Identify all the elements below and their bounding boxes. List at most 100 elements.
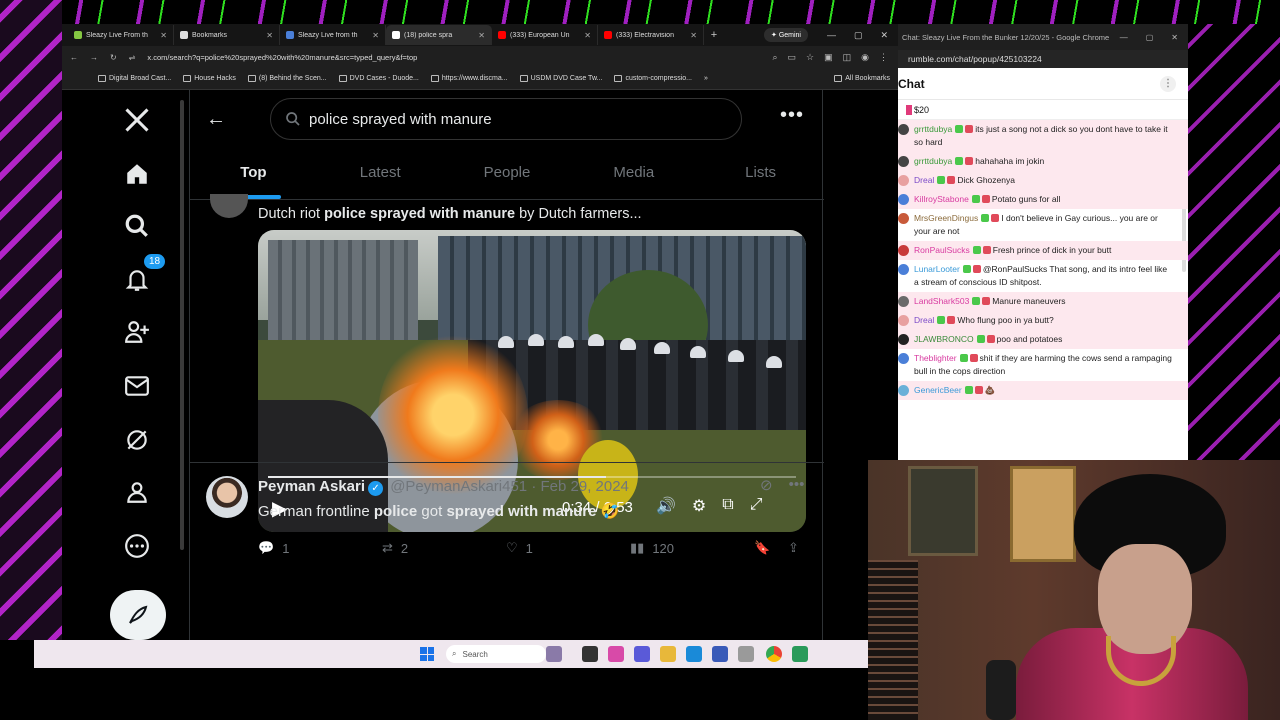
- edge-icon[interactable]: [686, 646, 702, 662]
- chat-message[interactable]: grrttdubya its just a song not a dick so …: [898, 120, 1188, 152]
- avatar[interactable]: [206, 476, 248, 518]
- back-icon[interactable]: ←: [70, 53, 78, 62]
- avatar[interactable]: [898, 385, 909, 396]
- close-icon[interactable]: ✕: [1171, 33, 1178, 42]
- more-options-icon[interactable]: [102, 526, 172, 566]
- browser-tab[interactable]: (333) Electravision ✕: [598, 25, 704, 45]
- chat-message[interactable]: GenericBeer 💩: [898, 381, 1188, 400]
- chat-username[interactable]: Theblighter: [914, 353, 957, 363]
- bookmarks-overflow-icon[interactable]: »: [704, 75, 708, 82]
- widgets-icon[interactable]: [546, 646, 562, 662]
- minimize-icon[interactable]: —: [827, 30, 836, 41]
- avatar[interactable]: [898, 245, 909, 256]
- bookmark-item[interactable]: (8) Behind the Scen...: [247, 75, 327, 82]
- gemini-button[interactable]: ✦ Gemini: [764, 28, 808, 42]
- bookmark-star-icon[interactable]: ☆: [806, 52, 814, 63]
- x-logo-icon[interactable]: [102, 100, 172, 140]
- browser-tab[interactable]: Bookmarks ✕: [174, 25, 280, 45]
- fullscreen-icon[interactable]: ⤢: [750, 496, 763, 516]
- browser-tab[interactable]: Sleazy Live from th ✕: [280, 25, 386, 45]
- avatar[interactable]: [898, 194, 909, 205]
- avatar[interactable]: [898, 213, 909, 224]
- search-icon[interactable]: [102, 206, 172, 246]
- chat-message[interactable]: LunarLooter @RonPaulSucks That song, and …: [898, 260, 1188, 292]
- bookmark-item[interactable]: https://www.discma...: [430, 75, 508, 82]
- chat-username[interactable]: LandShark503: [914, 296, 969, 306]
- chat-username[interactable]: MrsGreenDingus: [914, 213, 978, 223]
- chat-message[interactable]: Dreal Dick Ghozenya: [898, 171, 1188, 190]
- bookmark-item[interactable]: House Hacks: [183, 75, 236, 82]
- chat-username[interactable]: Dreal: [914, 315, 934, 325]
- maximize-icon[interactable]: ▢: [854, 30, 863, 41]
- avatar[interactable]: [898, 156, 909, 167]
- app-icon[interactable]: [792, 646, 808, 662]
- chat-message[interactable]: grrttdubya hahahaha im jokin: [898, 152, 1188, 171]
- chat-username[interactable]: grrttdubya: [914, 124, 952, 134]
- search-input[interactable]: police sprayed with manure: [270, 98, 742, 140]
- close-icon[interactable]: ✕: [880, 30, 888, 41]
- retweet-button[interactable]: ⇄ 2: [382, 540, 408, 556]
- windows-start-icon[interactable]: [420, 647, 434, 661]
- avatar[interactable]: [898, 175, 909, 186]
- bookmark-item[interactable]: custom-compressio...: [614, 75, 692, 82]
- chrome-icon[interactable]: [766, 646, 782, 662]
- grok-icon[interactable]: [102, 420, 172, 460]
- zoom-icon[interactable]: ⌕: [772, 52, 777, 63]
- avatar[interactable]: [898, 296, 909, 307]
- tweet-date[interactable]: Feb 29, 2024: [541, 478, 629, 495]
- settings-icon[interactable]: ⚙: [692, 496, 706, 516]
- chat-message[interactable]: LandShark503 Manure maneuvers: [898, 292, 1188, 311]
- chat-username[interactable]: JLAWBRONCO: [914, 334, 974, 344]
- tab-media[interactable]: Media: [570, 146, 697, 199]
- extensions-icon[interactable]: ◫: [843, 52, 852, 63]
- chat-url[interactable]: rumble.com/chat/popup/425103224: [898, 50, 1188, 68]
- chat-username[interactable]: RonPaulSucks: [914, 245, 970, 255]
- tab-close-icon[interactable]: ✕: [266, 31, 273, 40]
- bookmark-icon[interactable]: 🔖: [754, 540, 770, 556]
- reply-button[interactable]: 💬 1: [258, 540, 289, 556]
- teams-icon[interactable]: [634, 646, 650, 662]
- volume-icon[interactable]: 🔊: [656, 496, 676, 516]
- grok-icon[interactable]: ⊘: [760, 476, 773, 494]
- post-button[interactable]: [110, 590, 166, 640]
- share-icon[interactable]: ⇪: [788, 540, 799, 556]
- avatar[interactable]: [898, 334, 909, 345]
- chat-message[interactable]: MrsGreenDingus I don't believe in Gay cur…: [898, 209, 1188, 241]
- bookmark-item[interactable]: Digital Broad Cast...: [98, 75, 171, 82]
- chat-message[interactable]: Dreal Who flung poo in ya butt?: [898, 311, 1188, 330]
- browser-tab[interactable]: Sleazy Live From th ✕: [68, 25, 174, 45]
- minimize-icon[interactable]: —: [1120, 33, 1128, 42]
- all-bookmarks-button[interactable]: All Bookmarks: [834, 75, 898, 82]
- avatar[interactable]: [898, 353, 909, 364]
- bookmark-item[interactable]: DVD Cases - Duode...: [338, 75, 419, 82]
- author-handle[interactable]: @PeymanAskari451: [390, 478, 527, 495]
- more-icon[interactable]: •••: [789, 476, 805, 494]
- chat-message[interactable]: KillroyStabone Potato guns for all: [898, 190, 1188, 209]
- reload-icon[interactable]: ↻: [110, 53, 117, 62]
- profile-icon[interactable]: [102, 472, 172, 512]
- scrollbar[interactable]: [180, 100, 184, 550]
- settings-app-icon[interactable]: [738, 646, 754, 662]
- tab-latest[interactable]: Latest: [317, 146, 444, 199]
- bookmark-item[interactable]: USDM DVD Case Tw...: [519, 75, 602, 82]
- tab-close-icon[interactable]: ✕: [584, 31, 591, 40]
- site-info-icon[interactable]: ⇌: [129, 53, 136, 62]
- rant-bar[interactable]: $20: [898, 100, 1188, 120]
- tab-people[interactable]: People: [444, 146, 571, 199]
- tab-close-icon[interactable]: ✕: [478, 31, 485, 40]
- views-button[interactable]: ▮▮ 120: [630, 540, 674, 556]
- tab-close-icon[interactable]: ✕: [690, 31, 697, 40]
- chat-username[interactable]: KillroyStabone: [914, 194, 969, 204]
- task-view-icon[interactable]: [582, 646, 598, 662]
- avatar[interactable]: [898, 315, 909, 326]
- new-tab-button[interactable]: +: [704, 29, 724, 41]
- app-icon[interactable]: [608, 646, 624, 662]
- taskbar-search[interactable]: ⌕ Search: [446, 645, 546, 663]
- maximize-icon[interactable]: ▢: [1146, 33, 1154, 42]
- home-icon[interactable]: [102, 154, 172, 194]
- chat-message[interactable]: RonPaulSucks Fresh prince of dick in your…: [898, 241, 1188, 260]
- browser-tab[interactable]: (18) police spra ✕: [386, 25, 492, 45]
- menu-icon[interactable]: ⋮: [879, 52, 888, 63]
- avatar[interactable]: [898, 264, 909, 275]
- chat-message[interactable]: JLAWBRONCO poo and potatoes: [898, 330, 1188, 349]
